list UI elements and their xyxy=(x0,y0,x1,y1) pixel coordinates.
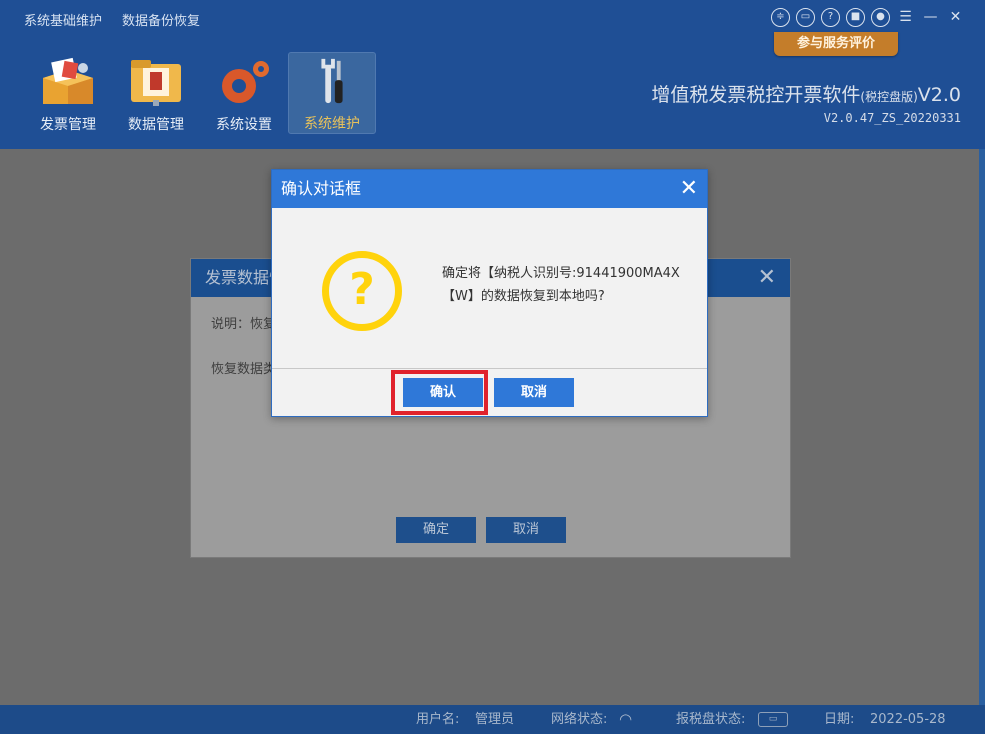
brand-title: 增值税发票税控开票软件(税控盘版)V2.0 xyxy=(651,84,961,106)
top-menu: 系统基础维护 数据备份恢复 xyxy=(24,10,200,29)
menu-system-maintenance[interactable]: 系统基础维护 xyxy=(24,10,102,29)
gear-icon xyxy=(222,61,269,103)
message-icon[interactable]: ▭ xyxy=(796,8,815,27)
confirm-dialog: 确认对话框 ✕ ? 确定将【纳税人识别号:91441900MA4X 【W】的数据… xyxy=(271,169,708,417)
switch-icon[interactable]: ≑ xyxy=(771,8,790,27)
status-user-label: 用户名: xyxy=(416,712,460,727)
invoice-box-icon xyxy=(43,57,93,104)
folder-icon xyxy=(131,60,181,106)
confirm-dialog-title: 确认对话框 xyxy=(281,179,362,198)
restore-ok-button[interactable]: 确定 xyxy=(396,517,476,543)
menu-icon[interactable]: ☰ xyxy=(896,8,915,27)
menu-backup-restore[interactable]: 数据备份恢复 xyxy=(122,10,200,29)
status-network-label: 网络状态: xyxy=(551,712,608,727)
tax-disk-icon: ▭ xyxy=(758,712,788,727)
confirm-dialog-close-icon[interactable]: ✕ xyxy=(680,170,698,208)
brand-build: V2.0.47_ZS_20220331 xyxy=(823,111,961,125)
nav-data-management-label: 数据管理 xyxy=(128,117,184,133)
nav-data-management[interactable]: 数据管理 xyxy=(112,52,200,134)
confirm-dialog-titlebar: 确认对话框 ✕ xyxy=(272,170,707,208)
window-controls: ≑ ▭ ? ■ ● ☰ — ✕ xyxy=(771,8,965,27)
status-bar: 用户名: 管理员 网络状态: ◠ 报税盘状态: ▭ 日期: 2022-05-28 xyxy=(0,705,985,734)
status-date-label: 日期: xyxy=(824,712,855,727)
evaluate-service-button[interactable]: 参与服务评价 xyxy=(774,32,898,56)
wrench-screwdriver-icon xyxy=(321,58,343,104)
nav-system-settings[interactable]: 系统设置 xyxy=(200,52,288,134)
scrollbar[interactable] xyxy=(979,149,985,705)
restore-cancel-button[interactable]: 取消 xyxy=(486,517,566,543)
close-icon[interactable]: ✕ xyxy=(946,8,965,27)
brand: 增值税发票税控开票软件(税控盘版)V2.0 V2.0.47_ZS_2022033… xyxy=(651,80,961,125)
wifi-icon: ◠ xyxy=(619,710,633,728)
restore-dialog-close-icon[interactable]: ✕ xyxy=(758,259,776,297)
confirm-message-line1: 确定将【纳税人识别号:91441900MA4X xyxy=(442,266,680,281)
confirm-ok-button[interactable]: 确认 xyxy=(403,378,483,407)
user-icon[interactable]: ● xyxy=(871,8,890,27)
nav-system-maintenance-label: 系统维护 xyxy=(304,116,360,132)
status-date-value: 2022-05-28 xyxy=(870,712,946,727)
app-header: 系统基础维护 数据备份恢复 ≑ ▭ ? ■ ● ☰ — ✕ 参与服务评价 发票管… xyxy=(0,0,985,149)
nav-invoice-management-label: 发票管理 xyxy=(40,117,96,133)
status-user-value: 管理员 xyxy=(475,712,515,727)
question-icon: ? xyxy=(322,251,402,331)
lock-icon[interactable]: ■ xyxy=(846,8,865,27)
main-nav: 发票管理 数据管理 系统设置 系统维护 xyxy=(24,52,376,134)
help-icon[interactable]: ? xyxy=(821,8,840,27)
confirm-cancel-button[interactable]: 取消 xyxy=(494,378,574,407)
minimize-icon[interactable]: — xyxy=(921,8,940,27)
confirm-divider xyxy=(272,368,707,369)
nav-invoice-management[interactable]: 发票管理 xyxy=(24,52,112,134)
confirm-message: 确定将【纳税人识别号:91441900MA4X 【W】的数据恢复到本地吗? xyxy=(442,262,702,308)
nav-system-settings-label: 系统设置 xyxy=(216,117,272,133)
status-disk-label: 报税盘状态: xyxy=(676,712,746,727)
confirm-message-line2: 【W】的数据恢复到本地吗? xyxy=(442,289,605,304)
nav-system-maintenance[interactable]: 系统维护 xyxy=(288,52,376,134)
